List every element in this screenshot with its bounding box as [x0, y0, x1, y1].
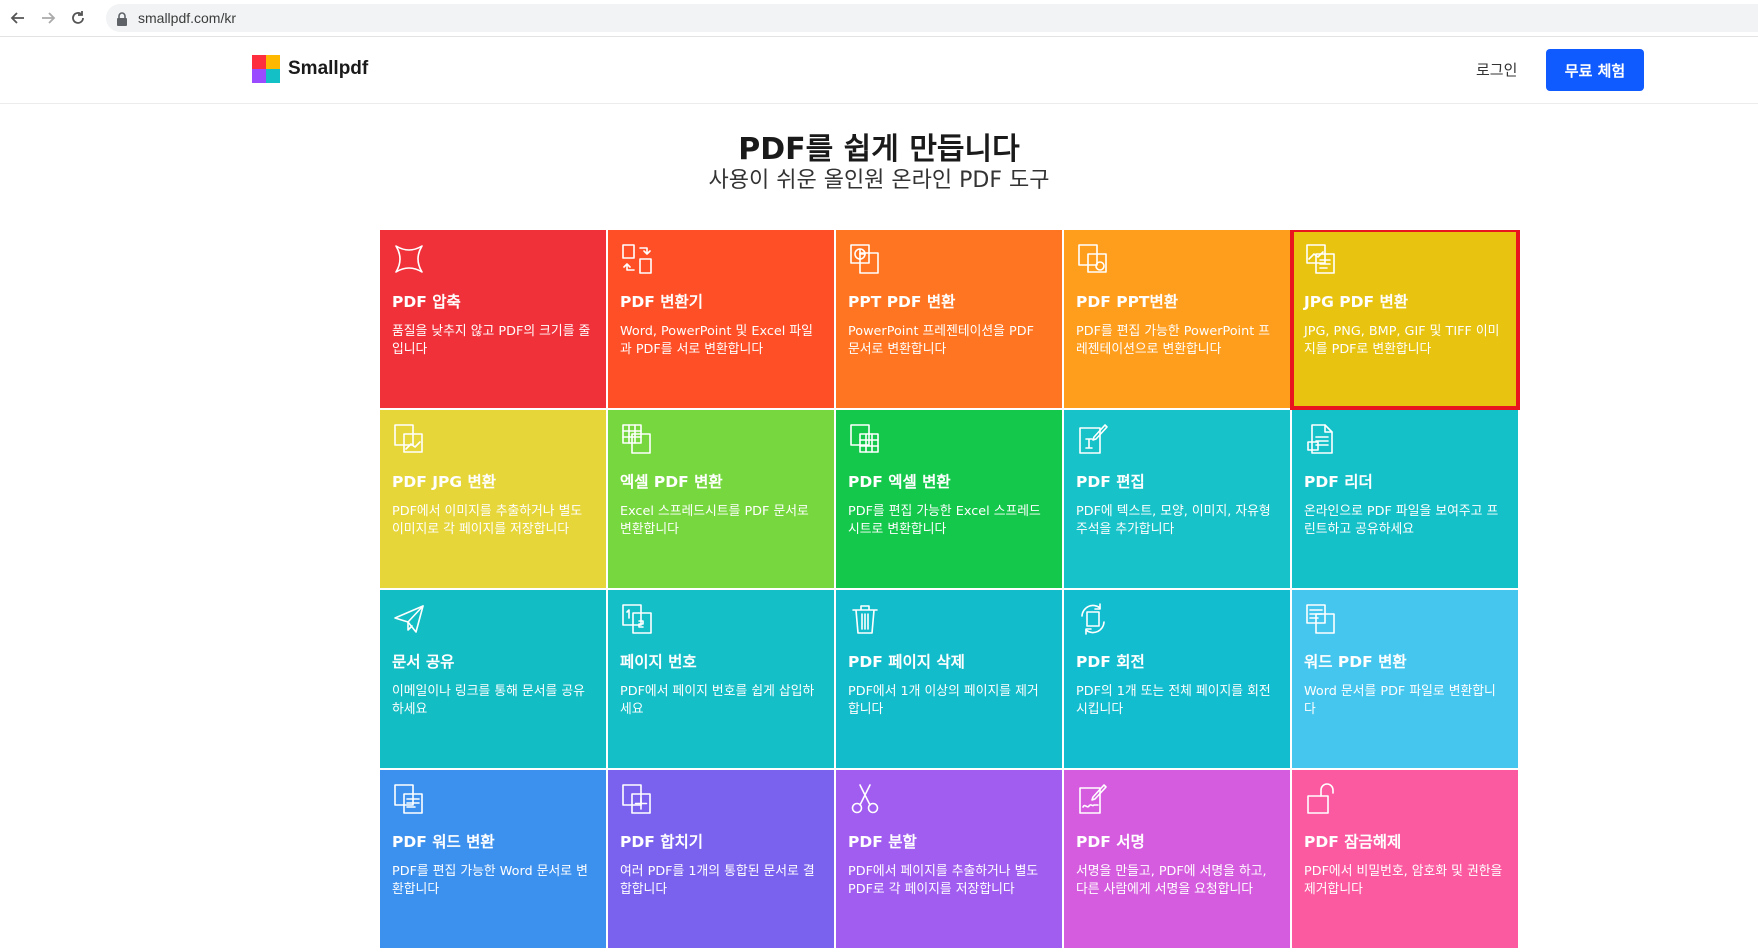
tool-description: PDF의 1개 또는 전체 페이지를 회전시킵니다: [1076, 684, 1271, 717]
tool-tile[interactable]: 문서 공유이메일이나 링크를 통해 문서를 공유하세요: [380, 590, 606, 768]
sign-icon: [1076, 782, 1110, 816]
tool-tile[interactable]: PDF 페이지 삭제 PDF에서 1개 이상의 페이지를 제거합니다: [836, 590, 1062, 768]
tool-title: PDF 페이지 삭제: [848, 653, 965, 671]
logo-mark-icon: [252, 55, 280, 83]
tool-tile[interactable]: PDF 서명서명을 만들고, PDF에 서명을 하고, 다른 사람에게 서명을 …: [1064, 770, 1290, 948]
address-bar[interactable]: smallpdf.com/kr: [106, 4, 1758, 32]
tool-description: Word 문서를 PDF 파일로 변환합니다: [1304, 684, 1496, 717]
tool-tile[interactable]: PDF 압축품질을 낮추지 않고 PDF의 크기를 줄입니다: [380, 230, 606, 408]
site-header: Smallpdf 로그인 무료 체험: [0, 37, 1758, 104]
tool-description: 품질을 낮추지 않고 PDF의 크기를 줄입니다: [392, 324, 591, 357]
trash-icon: [848, 602, 882, 636]
tool-description: PDF를 편집 가능한 PowerPoint 프레젠테이션으로 변환합니다: [1076, 324, 1271, 357]
tool-title: PDF 리더: [1304, 473, 1373, 491]
tool-title: JPG PDF 변환: [1304, 293, 1408, 311]
page-number-icon: [620, 602, 654, 636]
forward-arrow-icon[interactable]: [36, 6, 60, 30]
pdf-to-word-icon: [392, 782, 426, 816]
tool-description: PDF를 편집 가능한 Word 문서로 변환합니다: [392, 864, 588, 897]
tool-tile[interactable]: PPT PDF 변환 PowerPoint 프레젠테이션을 PDF 문서로 변환합…: [836, 230, 1062, 408]
tool-tile[interactable]: JPG PDF 변환 JPG, PNG, BMP, GIF 및 TIFF 이미지를…: [1290, 230, 1520, 410]
split-scissors-icon: [848, 782, 882, 816]
tool-tile[interactable]: PDF 변환기 Word, PowerPoint 및 Excel 파일과 PDF를…: [608, 230, 834, 408]
tool-tile[interactable]: PDF PPT변환 PDF를 편집 가능한 PowerPoint 프레젠테이션으로…: [1064, 230, 1290, 408]
word-to-pdf-icon: [1304, 602, 1338, 636]
page-subtitle: 사용이 쉬운 올인원 온라인 PDF 도구: [708, 168, 1050, 193]
jpg-to-pdf-icon: [1304, 242, 1338, 276]
tool-title: 페이지 번호: [620, 653, 697, 671]
merge-icon: [620, 782, 654, 816]
tool-title: PDF 엑셀 변환: [848, 473, 951, 491]
lock-icon: [116, 11, 128, 30]
tool-title: PDF JPG 변환: [392, 473, 496, 491]
tool-description: PDF에서 페이지를 추출하거나 별도 PDF로 각 페이지를 저장합니다: [848, 864, 1039, 897]
tool-description: PDF에서 이미지를 추출하거나 별도 이미지로 각 페이지를 저장합니다: [392, 504, 583, 537]
tool-tile[interactable]: PDF JPG 변환 PDF에서 이미지를 추출하거나 별도 이미지로 각 페이지…: [380, 410, 606, 588]
tool-title: 문서 공유: [392, 653, 455, 671]
reload-icon[interactable]: [66, 6, 90, 30]
tool-tile[interactable]: PDF 워드 변환 PDF를 편집 가능한 Word 문서로 변환합니다: [380, 770, 606, 948]
tool-description: PDF에서 1개 이상의 페이지를 제거합니다: [848, 684, 1039, 717]
tool-title: PPT PDF 변환: [848, 293, 956, 311]
back-arrow-icon[interactable]: [6, 6, 30, 30]
tool-title: 엑셀 PDF 변환: [620, 473, 723, 491]
pdf-reader-icon: [1304, 422, 1338, 456]
tool-description: PDF에서 비밀번호, 암호화 및 권한을 제거합니다: [1304, 864, 1503, 897]
tool-description: 서명을 만들고, PDF에 서명을 하고, 다른 사람에게 서명을 요청합니다: [1076, 864, 1267, 897]
compress-icon: [392, 242, 426, 276]
tool-description: 이메일이나 링크를 통해 문서를 공유하세요: [392, 684, 585, 717]
rotate-icon: [1076, 602, 1110, 636]
tool-description: Word, PowerPoint 및 Excel 파일과 PDF를 서로 변환합…: [620, 324, 813, 357]
tool-title: PDF 회전: [1076, 653, 1145, 671]
tool-description: Excel 스프레드시트를 PDF 문서로 변환합니다: [620, 504, 809, 537]
excel-to-pdf-icon: [620, 422, 654, 456]
tool-description: PDF에 텍스트, 모양, 이미지, 자유형 주석을 추가합니다: [1076, 504, 1271, 537]
tool-title: PDF 서명: [1076, 833, 1145, 851]
tool-tile[interactable]: PDF 회전 PDF의 1개 또는 전체 페이지를 회전시킵니다: [1064, 590, 1290, 768]
tool-tile[interactable]: PDF 잠금해제 PDF에서 비밀번호, 암호화 및 권한을 제거합니다: [1292, 770, 1518, 948]
tool-title: PDF 분할: [848, 833, 917, 851]
tool-tile[interactable]: PDF 엑셀 변환 PDF를 편집 가능한 Excel 스프레드시트로 변환합니다: [836, 410, 1062, 588]
tool-title: PDF 변환기: [620, 293, 703, 311]
url-text: smallpdf.com/kr: [138, 10, 237, 26]
tool-title: PDF 워드 변환: [392, 833, 495, 851]
convert-icon: [620, 242, 654, 276]
share-icon: [392, 602, 426, 636]
tool-tile[interactable]: PDF 리더온라인으로 PDF 파일을 보여주고 프린트하고 공유하세요: [1292, 410, 1518, 588]
tool-title: PDF 편집: [1076, 473, 1145, 491]
tool-description: 여러 PDF를 1개의 통합된 문서로 결합합니다: [620, 864, 815, 897]
free-trial-button[interactable]: 무료 체험: [1546, 49, 1644, 91]
smallpdf-logo[interactable]: Smallpdf: [252, 55, 368, 83]
tool-title: PDF 합치기: [620, 833, 703, 851]
tool-title: 워드 PDF 변환: [1304, 653, 1407, 671]
browser-toolbar: smallpdf.com/kr: [0, 0, 1758, 37]
tool-tile[interactable]: 엑셀 PDF 변환 Excel 스프레드시트를 PDF 문서로 변환합니다: [608, 410, 834, 588]
tool-description: JPG, PNG, BMP, GIF 및 TIFF 이미지를 PDF로 변환합니…: [1304, 324, 1500, 357]
pdf-to-jpg-icon: [392, 422, 426, 456]
pdf-to-ppt-icon: [1076, 242, 1110, 276]
ppt-to-pdf-icon: [848, 242, 882, 276]
tool-title: PDF 압축: [392, 293, 461, 311]
tool-title: PDF PPT변환: [1076, 293, 1179, 311]
tool-tile[interactable]: 워드 PDF 변환 Word 문서를 PDF 파일로 변환합니다: [1292, 590, 1518, 768]
tool-title: PDF 잠금해제: [1304, 833, 1402, 851]
tool-tile[interactable]: PDF 합치기여러 PDF를 1개의 통합된 문서로 결합합니다: [608, 770, 834, 948]
tool-tile[interactable]: PDF 분할 PDF에서 페이지를 추출하거나 별도 PDF로 각 페이지를 저장…: [836, 770, 1062, 948]
unlock-icon: [1304, 782, 1338, 816]
edit-pdf-icon: [1076, 422, 1110, 456]
tool-description: PowerPoint 프레젠테이션을 PDF 문서로 변환합니다: [848, 324, 1034, 357]
tool-tile[interactable]: PDF 편집 PDF에 텍스트, 모양, 이미지, 자유형 주석을 추가합니다: [1064, 410, 1290, 588]
tools-grid: PDF 압축품질을 낮추지 않고 PDF의 크기를 줄입니다 PDF 변환기 Wor…: [380, 230, 1520, 952]
tool-tile[interactable]: 페이지 번호 PDF에서 페이지 번호를 쉽게 삽입하세요: [608, 590, 834, 768]
logo-text: Smallpdf: [288, 58, 369, 79]
pdf-to-excel-icon: [848, 422, 882, 456]
tool-description: 온라인으로 PDF 파일을 보여주고 프린트하고 공유하세요: [1304, 504, 1499, 537]
login-link[interactable]: 로그인: [1476, 59, 1517, 80]
tool-description: PDF에서 페이지 번호를 쉽게 삽입하세요: [620, 684, 815, 717]
tool-description: PDF를 편집 가능한 Excel 스프레드시트로 변환합니다: [848, 504, 1041, 537]
